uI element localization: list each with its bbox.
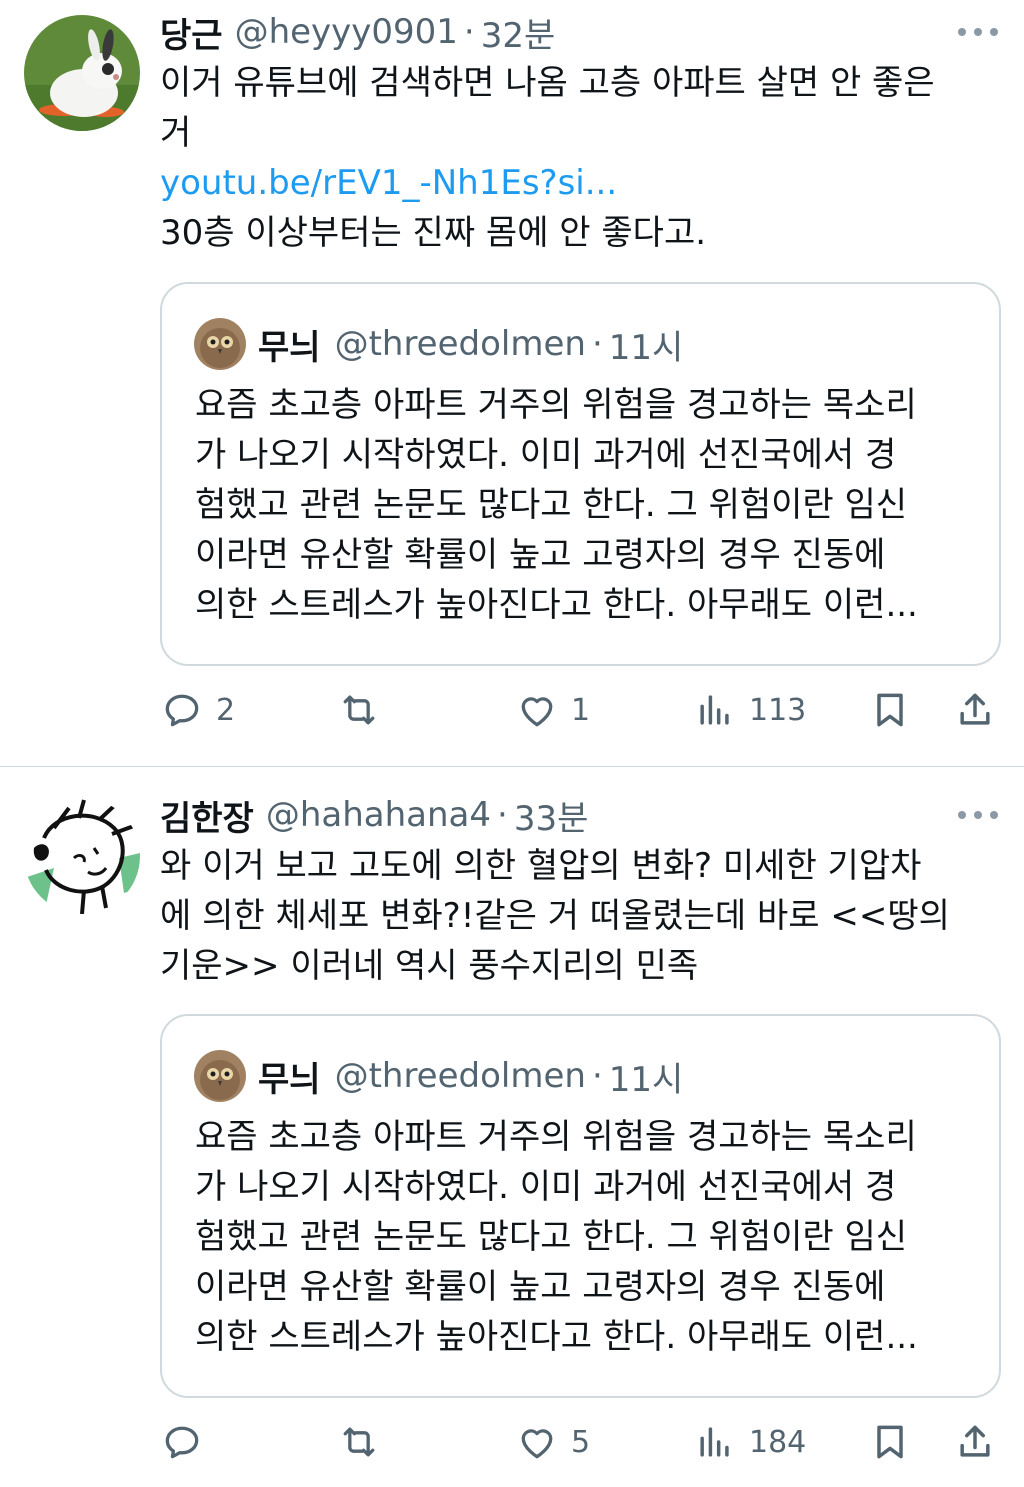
tweet-text: 와 이거 보고 고도에 의한 혈압의 변화? 미세한 기압차 에 의한 체세포 … [160,841,1000,991]
tweet-text-line: 에 의한 체세포 변화?!같은 거 떠올렸는데 바로 <<땅의 [160,896,950,936]
quoted-tweet[interactable]: 무늬 @threedolmen · 11시 요즘 초고층 아파트 거주의 위험을… [160,1014,1001,1398]
display-name[interactable]: 당근 [160,8,223,57]
views-button[interactable]: 113 [693,686,806,734]
tweet-text-line: 기운>> 이러네 역시 풍수지리의 민족 [160,946,699,986]
views-count: 113 [749,692,807,728]
share-button[interactable] [953,1418,997,1466]
doodle-avatar[interactable] [24,798,140,914]
action-bar: 5 184 [0,1418,1024,1466]
quote-text-line: 요즘 초고층 아파트 거주의 위험을 경고하는 목소리 [195,385,917,425]
user-handle[interactable]: @heyyy0901 [235,12,458,52]
quote-header: 무늬 @threedolmen · 11시 [258,1052,683,1100]
reply-button[interactable] [160,1418,216,1466]
tweet-header: 김한장 @hahahana4 · 33분 [160,791,589,840]
quote-header: 무늬 @threedolmen · 11시 [258,320,683,368]
owl-avatar [194,1050,246,1102]
separator: · [463,12,475,52]
quoted-tweet[interactable]: 무늬 @threedolmen · 11시 요즘 초고층 아파트 거주의 위험을… [160,282,1001,666]
share-icon [960,1425,990,1457]
quote-text-line: 험했고 관련 논문도 많다고 한다. 그 위험이란 임신 [195,485,908,525]
reply-icon [165,694,199,727]
quote-user-handle: @threedolmen [334,324,586,364]
bookmark-icon [877,693,903,727]
retweet-icon [343,1427,375,1457]
quote-text: 요즘 초고층 아파트 거주의 위험을 경고하는 목소리 가 나오기 시작하였다.… [195,380,985,630]
action-bar: 2 1 113 [0,686,1024,734]
quote-text-line: 가 나오기 시작하였다. 이미 과거에 선진국에서 경 [195,1167,897,1207]
quote-text-line: 요즘 초고층 아파트 거주의 위험을 경고하는 목소리 [195,1117,917,1157]
separator: · [591,1056,603,1096]
timestamp[interactable]: 33분 [514,791,589,840]
share-icon [960,693,990,725]
tweet[interactable]: 당근 @heyyy0901 · 32분 이거 유튜브에 검색하면 나옴 고층 아… [0,0,1024,766]
heart-icon [521,1429,553,1459]
views-count: 184 [749,1424,807,1460]
heart-icon [521,697,553,727]
views-button[interactable]: 184 [693,1418,806,1466]
share-button[interactable] [953,686,997,734]
display-name[interactable]: 김한장 [160,791,254,840]
quote-text: 요즘 초고층 아파트 거주의 위험을 경고하는 목소리 가 나오기 시작하였다.… [195,1112,985,1362]
more-options-icon[interactable] [958,805,998,825]
tweet-text: 이거 유튜브에 검색하면 나옴 고층 아파트 살면 안 좋은 거 youtu.b… [160,58,1000,258]
tweet-text-line: 30층 이상부터는 진짜 몸에 안 좋다고. [160,213,707,253]
quote-text-line: 험했고 관련 논문도 많다고 한다. 그 위험이란 임신 [195,1217,908,1257]
separator: · [497,795,508,835]
owl-avatar [194,318,246,370]
tweet-text-line: 와 이거 보고 고도에 의한 혈압의 변화? 미세한 기압차 [160,846,922,886]
more-options-icon[interactable] [958,22,998,42]
tweet[interactable]: 김한장 @hahahana4 · 33분 와 이거 보고 고도에 의한 혈압의 … [0,767,1024,1487]
tweet-header: 당근 @heyyy0901 · 32분 [160,8,556,57]
reply-button[interactable]: 2 [160,686,235,734]
retweet-button[interactable] [337,1418,381,1466]
tweet-text-line: 거 [160,113,192,153]
quote-display-name: 무늬 [258,1059,321,1100]
quote-text-line: 의한 스트레스가 높아진다고 한다. 아무래도 이런... [195,1317,918,1357]
like-button[interactable]: 5 [515,1418,590,1466]
quote-timestamp: 11시 [608,1059,684,1100]
bar-chart-icon [700,695,729,725]
quote-display-name: 무늬 [258,327,321,368]
quote-text-line: 이라면 유산할 확률이 높고 고령자의 경우 진동에 [195,1267,886,1307]
quote-text-line: 가 나오기 시작하였다. 이미 과거에 선진국에서 경 [195,435,897,475]
youtube-link[interactable]: youtu.be/rEV1_-Nh1Es?si... [160,158,1000,208]
like-count: 5 [571,1424,591,1460]
bookmark-button[interactable] [868,1418,912,1466]
like-count: 1 [571,692,591,728]
like-button[interactable]: 1 [515,686,590,734]
retweet-button[interactable] [337,686,381,734]
separator: · [591,324,603,364]
bookmark-button[interactable] [868,686,912,734]
reply-count: 2 [216,692,236,728]
retweet-icon [343,695,375,725]
rabbit-avatar[interactable] [24,15,140,131]
quote-text-line: 의한 스트레스가 높아진다고 한다. 아무래도 이런... [195,585,918,625]
user-handle[interactable]: @hahahana4 [266,795,491,835]
tweet-text-line: 이거 유튜브에 검색하면 나옴 고층 아파트 살면 안 좋은 [160,63,935,103]
quote-timestamp: 11시 [608,327,684,368]
quote-text-line: 이라면 유산할 확률이 높고 고령자의 경우 진동에 [195,535,886,575]
reply-icon [165,1426,199,1459]
bar-chart-icon [700,1427,729,1457]
bookmark-icon [877,1425,903,1459]
quote-user-handle: @threedolmen [334,1056,586,1096]
timestamp[interactable]: 32분 [481,8,556,57]
